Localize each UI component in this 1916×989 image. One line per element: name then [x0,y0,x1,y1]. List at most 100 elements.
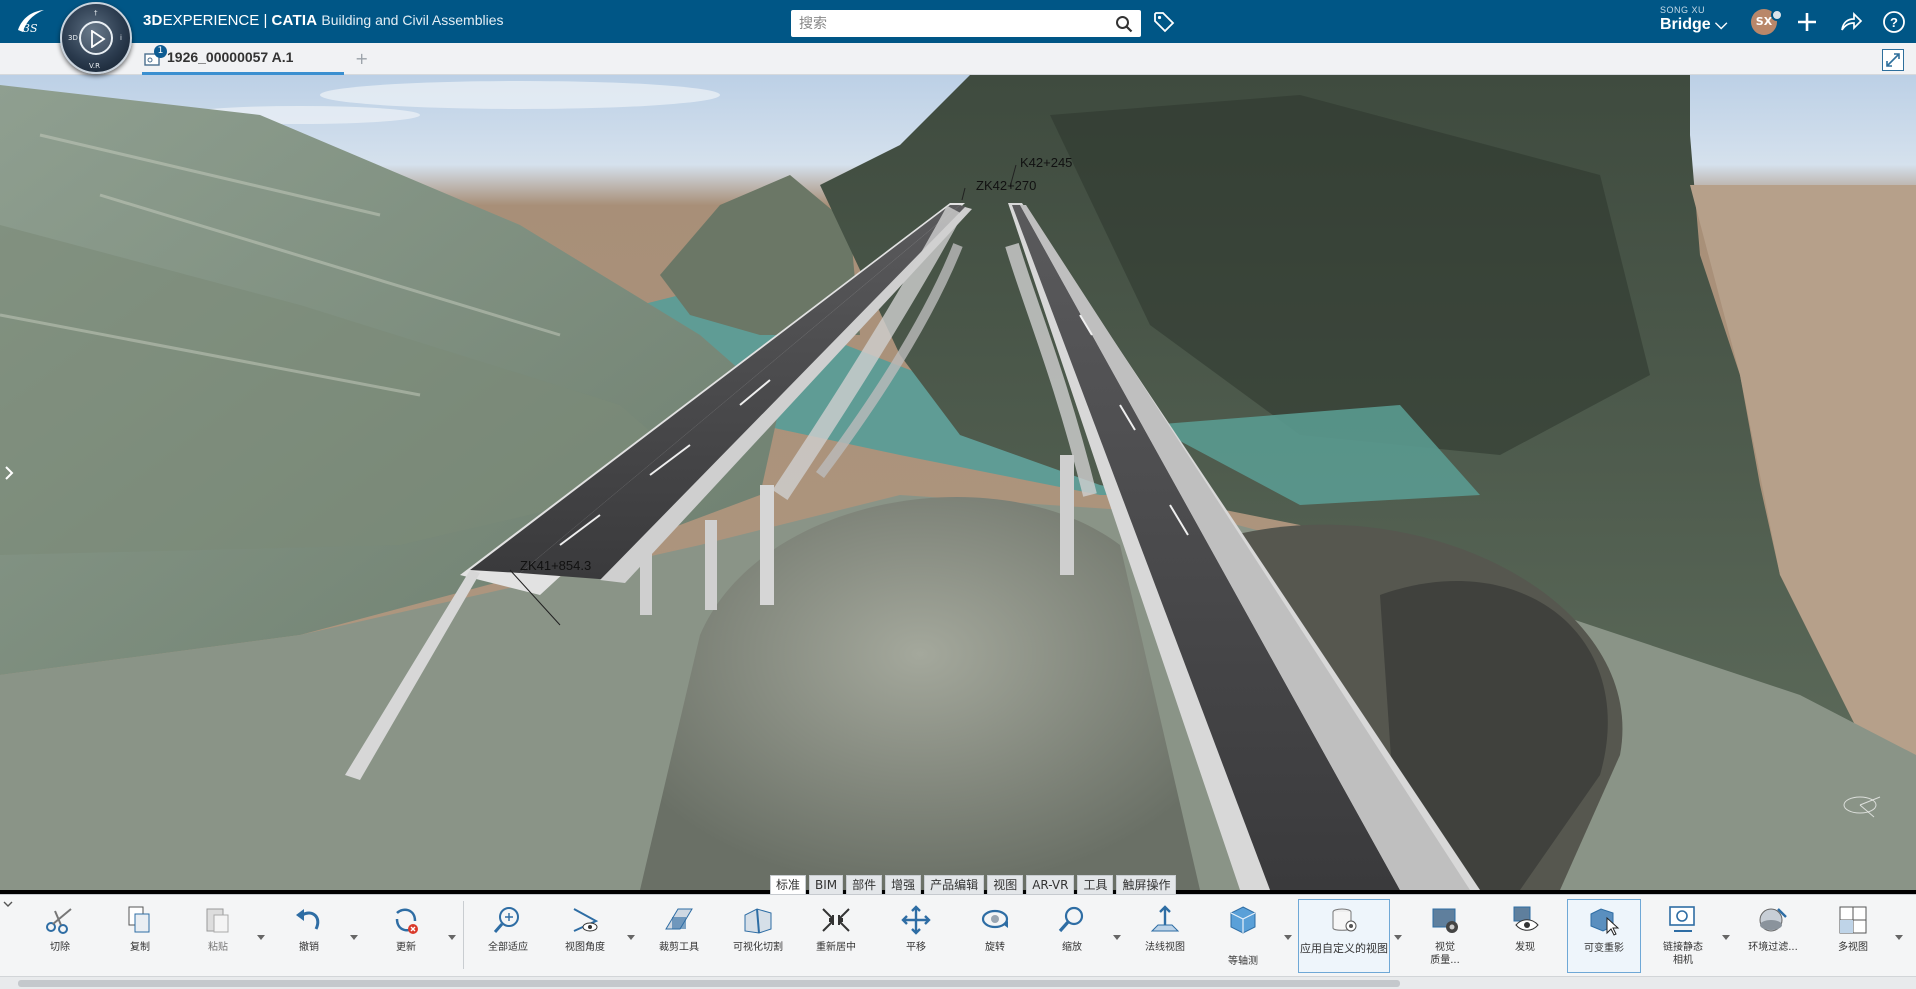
help-icon[interactable]: ? [1882,10,1906,34]
copy-label: 复制 [130,942,150,953]
collab-space-selector[interactable]: Bridge ⌵ [1660,16,1727,34]
tag-icon[interactable] [1152,10,1176,34]
copy-button[interactable]: 复制 [100,899,180,973]
3d-viewport[interactable]: K42+245 ZK42+270 ZK41+854.3 [0,75,1916,890]
custom-view-button[interactable]: 应用自定义的视图 [1298,899,1390,973]
user-block[interactable]: SONG XU Bridge ⌵ [1660,5,1727,34]
axis-indicator-icon [1843,796,1881,818]
compass-3d-label: 3D [68,34,78,42]
update-label: 更新 [396,942,416,953]
reveal-button[interactable]: 发现 [1485,899,1565,973]
clip-tool-label: 裁剪工具 [659,942,699,953]
zoom-icon [1058,906,1084,933]
toolbar-more-dropdown-icon[interactable] [1895,935,1903,941]
paste-dropdown-icon[interactable] [257,935,265,941]
search-icon[interactable] [1115,15,1133,33]
ghosting-button[interactable]: 可变重影 [1567,899,1641,973]
link-camera-label-2: 相机 [1673,955,1693,966]
rotate-icon [981,909,1009,929]
tab-product-edit[interactable]: 产品编辑 [924,875,985,894]
visual-clip-button[interactable]: 可视化切割 [718,899,798,973]
link-camera-button[interactable]: 链接静态 相机 [1643,899,1723,973]
collapse-toolbar-icon[interactable] [3,899,13,909]
view-angle-dropdown-icon[interactable] [627,935,635,941]
clip-tool-button[interactable]: 裁剪工具 [639,899,719,973]
view-angle-icon [573,908,599,932]
visual-quality-label-2: 质量... [1430,955,1460,966]
undo-dropdown-icon[interactable] [350,935,358,941]
custom-view-dropdown-icon[interactable] [1394,935,1402,941]
ghosting-label: 可变重影 [1584,943,1624,954]
ds-logo-icon[interactable]: 3S [14,8,48,36]
pan-button[interactable]: 平移 [876,899,956,973]
visual-quality-icon [1432,908,1458,933]
isometric-dropdown-icon[interactable] [1284,935,1292,941]
play-icon [91,30,106,48]
zoom-button[interactable]: 缩放 [1032,899,1112,973]
fit-all-button[interactable]: 全部适应 [468,899,548,973]
custom-view-icon [1332,908,1357,932]
tab-ar-vr[interactable]: AR-VR [1026,875,1075,894]
search-input[interactable] [791,10,1101,37]
visual-clip-icon [744,908,772,934]
scissors-icon [46,908,72,934]
zoom-dropdown-icon[interactable] [1113,935,1121,941]
recenter-label: 重新居中 [816,942,856,953]
brand-rest: EXPERIENCE | [162,12,272,29]
multi-view-label: 多视图 [1838,942,1868,953]
maximize-button[interactable] [1882,49,1904,71]
visual-quality-button[interactable]: 视觉 质量... [1405,899,1485,973]
top-bar: 3S 3DEXPERIENCE | CATIA Building and Civ… [0,0,1916,43]
pan-icon [901,905,931,935]
app-name: Building and Civil Assemblies [321,12,504,28]
link-camera-dropdown-icon[interactable] [1722,935,1730,941]
tab-tools[interactable]: 工具 [1077,875,1114,894]
share-icon[interactable] [1839,10,1863,34]
app-title: 3DEXPERIENCE | CATIA Building and Civil … [143,12,504,29]
undo-button[interactable]: 撤销 [269,899,349,973]
scrollbar-thumb[interactable] [18,980,1400,987]
normal-view-label: 法线视图 [1145,942,1185,953]
recenter-button[interactable]: 重新居中 [796,899,876,973]
compass-icon[interactable]: † 3D i V.R [60,2,132,74]
toolbar-scrollbar[interactable] [0,976,1916,989]
multi-view-icon [1839,906,1867,934]
multi-view-button[interactable]: 多视图 [1813,899,1893,973]
new-tab-button[interactable]: + [355,49,368,68]
rotate-label: 旋转 [985,942,1005,953]
svg-text:3S: 3S [23,22,38,35]
fit-all-icon [493,907,519,933]
zoom-label: 缩放 [1062,942,1082,953]
side-panel-expand-icon[interactable] [2,463,16,483]
svg-text:?: ? [1890,15,1898,30]
tab-bim[interactable]: BIM [809,875,844,894]
compass-play-button[interactable] [79,21,113,55]
pan-label: 平移 [906,942,926,953]
view-angle-button[interactable]: 视图角度 [545,899,625,973]
cut-label: 切除 [50,942,70,953]
tab-touch[interactable]: 触屏操作 [1116,875,1177,894]
rotate-button[interactable]: 旋转 [955,899,1035,973]
isometric-button[interactable]: 等轴测 [1203,899,1283,973]
visual-quality-label-1: 视觉 [1435,942,1455,953]
document-tab[interactable]: 1 1926_00000057 A.1 [142,43,344,75]
station-label-k42-245[interactable]: K42+245 [1020,155,1072,170]
add-icon[interactable] [1795,10,1819,34]
update-button[interactable]: 更新 [366,899,446,973]
station-label-zk41-854[interactable]: ZK41+854.3 [520,558,591,573]
paste-button[interactable]: 粘贴 [178,899,258,973]
tab-standard[interactable]: 标准 [770,875,807,894]
ghosting-icon [1590,908,1620,936]
update-dropdown-icon[interactable] [448,935,456,941]
user-name: SONG XU [1660,5,1706,15]
tab-enhance[interactable]: 增强 [885,875,922,894]
maximize-icon [1886,53,1900,67]
normal-view-button[interactable]: 法线视图 [1125,899,1205,973]
cut-button[interactable]: 切除 [20,899,100,973]
normal-view-icon [1150,905,1180,932]
tab-view[interactable]: 视图 [987,875,1024,894]
station-label-zk42-270[interactable]: ZK42+270 [976,178,1036,193]
tab-part[interactable]: 部件 [846,875,883,894]
environment-filter-button[interactable]: 环境过滤... [1733,899,1813,973]
link-camera-icon [1669,906,1695,932]
